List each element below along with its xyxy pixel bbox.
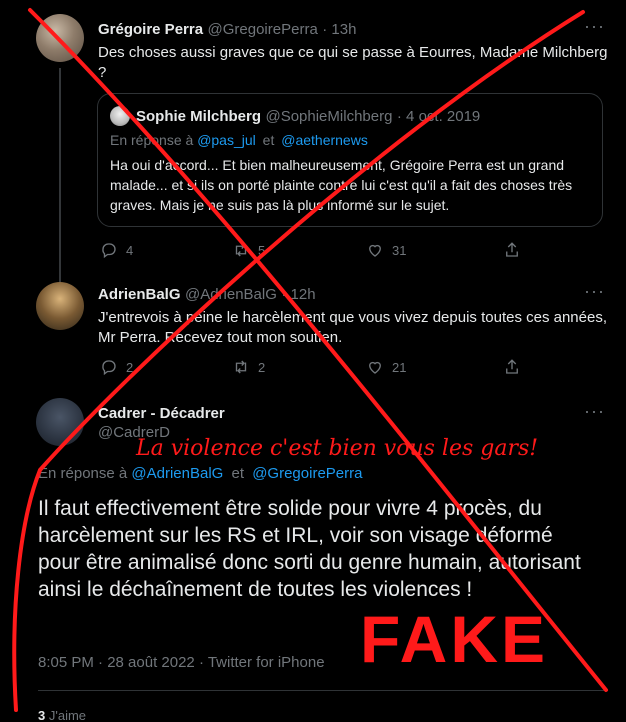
tweet3-reply-prefix: En réponse à bbox=[38, 465, 128, 482]
quote-header: Sophie Milchberg @SophieMilchberg · 4 oc… bbox=[136, 108, 480, 126]
like-icon bbox=[369, 361, 381, 374]
tweet3-author-handle[interactable]: @CadrerD bbox=[98, 424, 170, 441]
quote-reply-context: En réponse à @pas_jul et @aethernews bbox=[110, 132, 368, 148]
tweet2-share-button[interactable] bbox=[503, 358, 521, 376]
tweet1-time[interactable]: · 13h bbox=[322, 21, 356, 38]
tweet1-author-handle[interactable]: @GregoirePerra bbox=[208, 21, 318, 38]
tweet1-reply-button[interactable]: 4 bbox=[100, 241, 133, 259]
tweet1-like-button[interactable]: 31 bbox=[366, 241, 406, 259]
retweet-icon bbox=[235, 360, 247, 374]
tweet3-divider bbox=[38, 690, 608, 691]
tweet1-like-count: 31 bbox=[392, 242, 407, 258]
tweet1-reply-count: 4 bbox=[126, 242, 134, 258]
quote-reply-user2[interactable]: @aethernews bbox=[281, 132, 368, 148]
tweet3-likes-stat[interactable]: 3 J'aime bbox=[38, 708, 86, 722]
quote-reply-and: et bbox=[262, 132, 275, 148]
thread-line bbox=[59, 68, 61, 286]
tweet2-author-name[interactable]: AdrienBalG bbox=[98, 286, 181, 303]
tweet2-reply-count: 2 bbox=[126, 359, 134, 375]
tweet2-retweet-count: 2 bbox=[258, 359, 266, 375]
tweet1-more-icon[interactable]: ··· bbox=[584, 16, 605, 37]
tweet2-text: J'entrevois à peine le harcèlement que v… bbox=[98, 309, 608, 346]
tweet1-text-line2: ? bbox=[98, 64, 107, 81]
tweet1-retweet-button[interactable]: 5 bbox=[232, 241, 265, 259]
tweet2-header: AdrienBalG @AdrienBalG · 12h bbox=[98, 286, 316, 304]
tweet2-time[interactable]: · 12h bbox=[281, 286, 315, 303]
tweet3-more-icon[interactable]: ··· bbox=[584, 401, 605, 422]
tweet2-author-handle[interactable]: @AdrienBalG bbox=[185, 286, 277, 303]
avatar-cadrer[interactable] bbox=[36, 398, 84, 446]
tweet3-reply-and: et bbox=[231, 465, 245, 482]
red-annotation: La violence c'est bien vous les gars! bbox=[136, 436, 539, 461]
tweet3-text: Il faut effectivement être solide pour v… bbox=[38, 497, 581, 601]
tweet3-reply-user2[interactable]: @GregoirePerra bbox=[252, 465, 362, 482]
quote-date: · 4 oct. 2019 bbox=[396, 108, 481, 125]
quote-reply-prefix: En réponse à bbox=[110, 132, 194, 148]
tweet1-author-name[interactable]: Grégoire Perra bbox=[98, 21, 203, 38]
avatar-gregoire[interactable] bbox=[36, 14, 84, 62]
tweet3-reply-user1[interactable]: @AdrienBalG bbox=[131, 465, 223, 482]
tweet2-retweet-button[interactable]: 2 bbox=[232, 358, 265, 376]
tweet1-text-line1: Des choses aussi graves que ce qui se pa… bbox=[98, 44, 608, 61]
tweet3-likes-count: 3 bbox=[38, 708, 46, 722]
avatar-sophie bbox=[110, 106, 130, 126]
retweet-icon bbox=[235, 243, 247, 257]
quote-author-handle: @SophieMilchberg bbox=[265, 108, 393, 125]
reply-icon bbox=[102, 243, 116, 259]
share-icon bbox=[506, 359, 518, 374]
tweet2-like-count: 21 bbox=[392, 359, 407, 375]
quote-reply-user1[interactable]: @pas_jul bbox=[197, 132, 256, 148]
share-icon bbox=[506, 242, 518, 257]
like-icon bbox=[369, 244, 381, 257]
tweet1-share-button[interactable] bbox=[503, 241, 521, 259]
tweet1-retweet-count: 5 bbox=[258, 242, 266, 258]
tweet3-reply-context: En réponse à @AdrienBalG et @GregoirePer… bbox=[38, 465, 362, 482]
quote-author-name: Sophie Milchberg bbox=[136, 108, 262, 125]
tweet2-like-button[interactable]: 21 bbox=[366, 358, 406, 376]
tweet3-meta[interactable]: 8:05 PM · 28 août 2022 · Twitter for iPh… bbox=[38, 654, 325, 671]
tweet3-author-name[interactable]: Cadrer - Décadrer bbox=[98, 405, 225, 422]
tweet2-reply-button[interactable]: 2 bbox=[100, 358, 133, 376]
quote-text: Ha oui d'accord... Et bien malheureuseme… bbox=[110, 157, 573, 213]
tweet2-more-icon[interactable]: ··· bbox=[584, 281, 605, 302]
fake-stamp: FAKE bbox=[360, 602, 549, 676]
reply-icon bbox=[102, 360, 116, 376]
tweet1-text: Des choses aussi graves que ce qui se pa… bbox=[98, 43, 608, 83]
tweet1-header: Grégoire Perra @GregoirePerra · 13h bbox=[98, 21, 356, 39]
avatar-adrien[interactable] bbox=[36, 282, 84, 330]
tweet3-likes-label: J'aime bbox=[48, 708, 87, 722]
